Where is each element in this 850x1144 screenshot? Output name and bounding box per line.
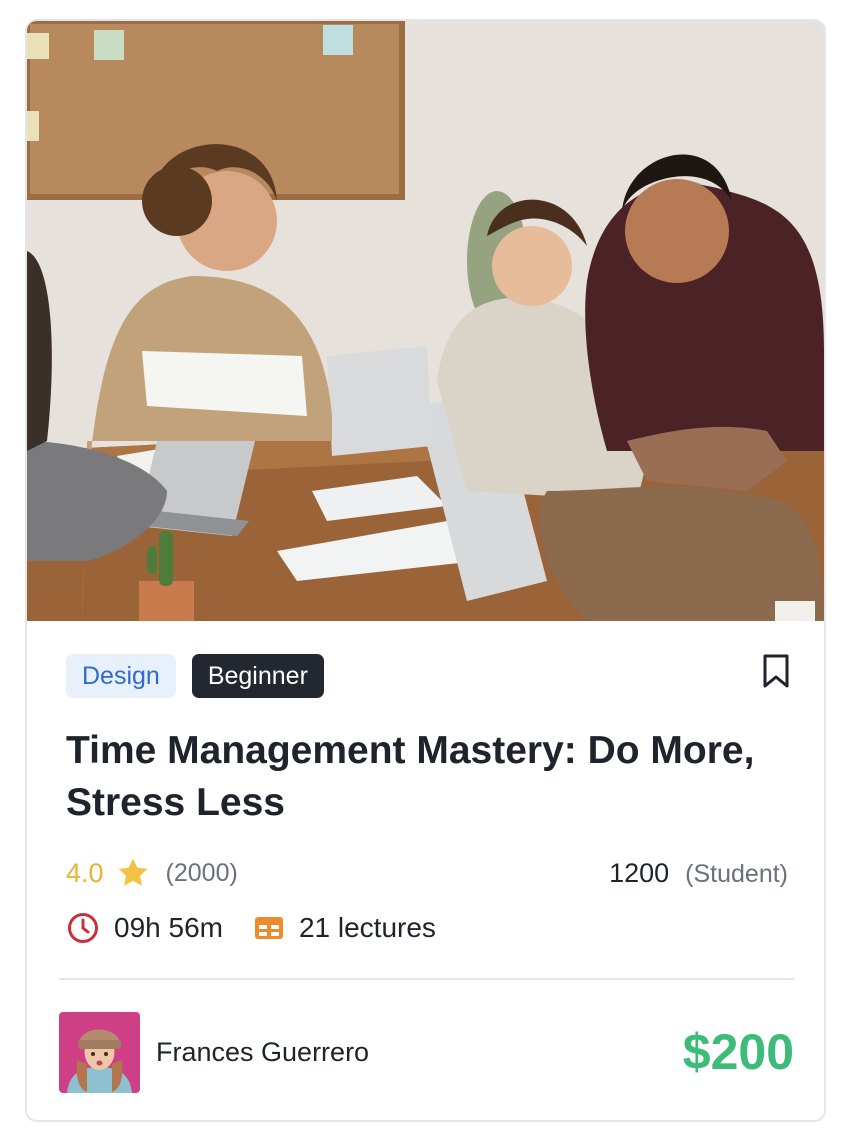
course-duration: 09h 56m	[114, 912, 223, 943]
course-card[interactable]: Design Beginner Time Management Mastery:…	[25, 19, 826, 1122]
instructor-name[interactable]: Frances Guerrero	[156, 1037, 369, 1068]
lecture-count: 21 lectures	[298, 912, 436, 943]
star-icon	[118, 858, 147, 886]
student-label: (Student)	[685, 859, 788, 888]
course-thumbnail[interactable]	[27, 21, 824, 621]
course-price: $200	[682, 1024, 794, 1080]
course-tags: Design Beginner	[66, 654, 324, 698]
category-badge[interactable]: Design	[66, 654, 176, 698]
student-count: 1200	[609, 857, 670, 888]
level-badge[interactable]: Beginner	[191, 654, 324, 698]
clock-icon	[68, 913, 98, 943]
bookmark-icon[interactable]	[761, 653, 791, 689]
rating-row: 4.0 (2000) 1200 (Student)	[66, 853, 788, 893]
student-count-group: 1200 (Student)	[609, 858, 788, 889]
rating-count: (2000)	[165, 858, 238, 887]
card-footer: Frances Guerrero $200	[59, 1011, 794, 1093]
course-title[interactable]: Time Management Mastery: Do More, Stress…	[66, 725, 806, 829]
table-icon	[254, 917, 283, 939]
meeting-photo	[27, 21, 824, 621]
course-stats-row: 09h 56m 21 lectures	[66, 908, 436, 948]
instructor-avatar[interactable]	[59, 1011, 140, 1093]
divider	[59, 978, 794, 980]
rating-value: 4.0	[66, 857, 104, 888]
